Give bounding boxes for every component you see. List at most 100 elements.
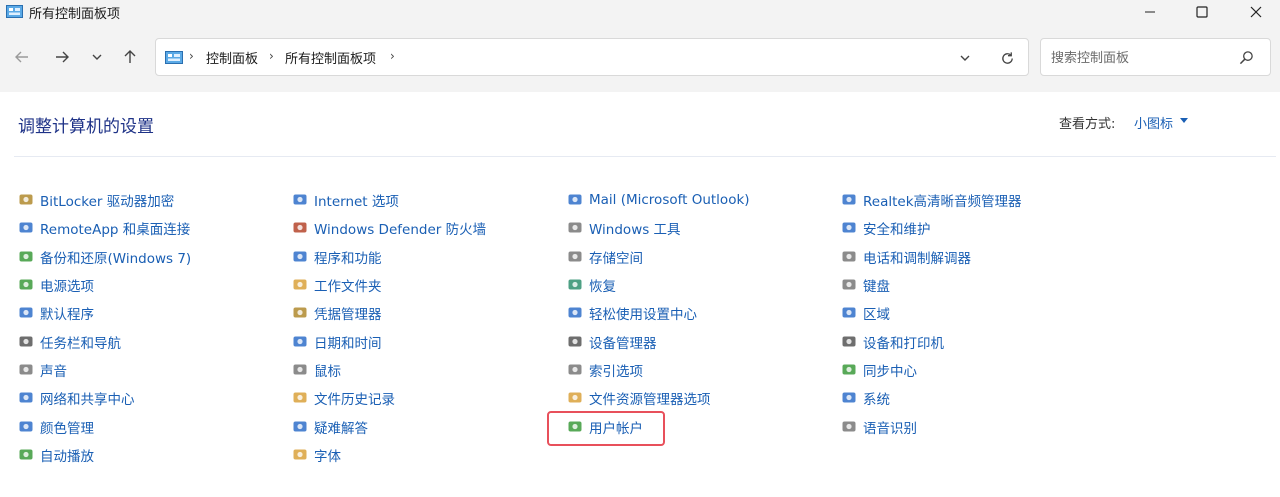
arrow-up-icon bbox=[124, 50, 136, 63]
control-panel-item[interactable]: 键盘 bbox=[840, 271, 1022, 299]
control-panel-item[interactable]: 日期和时间 bbox=[291, 327, 486, 355]
control-panel-item[interactable]: 轻松使用设置中心 bbox=[566, 299, 750, 327]
control-panel-item[interactable]: 自动播放 bbox=[17, 441, 191, 469]
control-panel-item[interactable]: 系统 bbox=[840, 384, 1022, 412]
title-bar: 所有控制面板项 bbox=[0, 0, 1280, 26]
control-panel-item[interactable]: 语音识别 bbox=[840, 412, 1022, 440]
control-panel-item[interactable]: 文件资源管理器选项 bbox=[566, 384, 750, 412]
control-panel-item[interactable]: 程序和功能 bbox=[291, 243, 486, 271]
firewall-icon bbox=[291, 219, 309, 237]
arrow-right-icon bbox=[56, 51, 69, 63]
control-panel-item[interactable]: 电话和调制解调器 bbox=[840, 243, 1022, 271]
control-panel-item[interactable]: 文件历史记录 bbox=[291, 384, 486, 412]
control-panel-item[interactable]: Windows 工具 bbox=[566, 214, 750, 242]
item-label: 疑难解答 bbox=[314, 420, 368, 437]
item-label: 自动播放 bbox=[40, 448, 94, 465]
item-label: 程序和功能 bbox=[314, 250, 382, 267]
navigation-bar: › 控制面板 › 所有控制面板项 › bbox=[0, 26, 1280, 92]
control-panel-item[interactable]: 任务栏和导航 bbox=[17, 327, 191, 355]
control-panel-item[interactable]: 索引选项 bbox=[566, 356, 750, 384]
storage-icon bbox=[566, 248, 584, 266]
control-panel-item[interactable]: 声音 bbox=[17, 356, 191, 384]
item-label: Internet 选项 bbox=[314, 194, 399, 211]
control-panel-item[interactable]: 默认程序 bbox=[17, 299, 191, 327]
arrow-left-icon bbox=[15, 51, 28, 63]
address-dropdown-button[interactable] bbox=[953, 46, 977, 70]
control-panel-item[interactable]: 电源选项 bbox=[17, 271, 191, 299]
minimize-button[interactable] bbox=[1126, 0, 1174, 24]
view-by-label: 查看方式: bbox=[1059, 117, 1116, 132]
ease-of-access-icon bbox=[566, 304, 584, 322]
control-panel-item[interactable]: 颜色管理 bbox=[17, 412, 191, 440]
chevron-down-icon bbox=[92, 54, 102, 60]
control-panel-item[interactable]: 区域 bbox=[840, 299, 1022, 327]
address-bar[interactable]: › 控制面板 › 所有控制面板项 › bbox=[155, 38, 1029, 76]
up-button[interactable] bbox=[117, 44, 143, 70]
view-by-dropdown[interactable]: 小图标 bbox=[1134, 113, 1173, 132]
item-label: Realtek高清晰音频管理器 bbox=[863, 194, 1022, 211]
control-panel-item[interactable]: 工作文件夹 bbox=[291, 271, 486, 299]
refresh-button[interactable] bbox=[995, 46, 1019, 70]
control-panel-item[interactable]: Realtek高清晰音频管理器 bbox=[840, 186, 1022, 214]
indexing-icon bbox=[566, 361, 584, 379]
control-panel-item[interactable]: Mail (Microsoft Outlook) bbox=[566, 186, 750, 214]
keyboard-icon bbox=[840, 276, 858, 294]
control-panel-item[interactable]: 备份和还原(Windows 7) bbox=[17, 243, 191, 271]
item-label: 工作文件夹 bbox=[314, 279, 382, 296]
chevron-right-icon: › bbox=[269, 49, 274, 63]
default-programs-icon bbox=[17, 304, 35, 322]
sync-center-icon bbox=[840, 361, 858, 379]
region-icon bbox=[840, 304, 858, 322]
control-panel-item[interactable]: 设备和打印机 bbox=[840, 327, 1022, 355]
recent-locations-button[interactable] bbox=[84, 44, 110, 70]
bitlocker-icon bbox=[17, 191, 35, 209]
control-panel-item[interactable]: 字体 bbox=[291, 441, 486, 469]
recovery-icon bbox=[566, 276, 584, 294]
control-panel-item[interactable]: 网络和共享中心 bbox=[17, 384, 191, 412]
control-panel-item[interactable]: 设备管理器 bbox=[566, 327, 750, 355]
close-icon bbox=[1250, 6, 1262, 18]
forward-button[interactable] bbox=[49, 44, 75, 70]
caret-down-icon[interactable] bbox=[1180, 118, 1188, 124]
item-label: 轻松使用设置中心 bbox=[589, 307, 697, 324]
control-panel-item[interactable]: 鼠标 bbox=[291, 356, 486, 384]
work-folders-icon bbox=[291, 276, 309, 294]
search-input[interactable] bbox=[1049, 47, 1229, 69]
search-icon[interactable] bbox=[1239, 50, 1254, 65]
page-title: 调整计算机的设置 bbox=[18, 117, 154, 137]
highlight-box bbox=[547, 411, 665, 446]
control-panel-item[interactable]: BitLocker 驱动器加密 bbox=[17, 186, 191, 214]
item-label: 字体 bbox=[314, 448, 341, 465]
file-history-icon bbox=[291, 389, 309, 407]
chevron-down-icon bbox=[960, 55, 970, 61]
credential-icon bbox=[291, 304, 309, 322]
chevron-right-icon[interactable]: › bbox=[390, 49, 395, 63]
divider bbox=[14, 156, 1276, 157]
backup-icon bbox=[17, 248, 35, 266]
item-label: 电话和调制解调器 bbox=[863, 250, 971, 267]
printer-icon bbox=[840, 333, 858, 351]
back-button[interactable] bbox=[9, 44, 35, 70]
breadcrumb-all-items[interactable]: 所有控制面板项 bbox=[285, 48, 376, 67]
control-panel-item[interactable]: 同步中心 bbox=[840, 356, 1022, 384]
control-panel-item[interactable]: 恢复 bbox=[566, 271, 750, 299]
maximize-icon bbox=[1196, 6, 1208, 18]
close-button[interactable] bbox=[1232, 0, 1280, 24]
control-panel-item[interactable]: Internet 选项 bbox=[291, 186, 486, 214]
network-icon bbox=[17, 389, 35, 407]
breadcrumb-control-panel[interactable]: 控制面板 bbox=[206, 48, 258, 67]
item-label: 设备和打印机 bbox=[863, 335, 944, 352]
control-panel-item[interactable]: Windows Defender 防火墙 bbox=[291, 214, 486, 242]
microphone-icon bbox=[840, 418, 858, 436]
search-box[interactable] bbox=[1040, 38, 1271, 76]
control-panel-item[interactable]: 凭据管理器 bbox=[291, 299, 486, 327]
control-panel-item[interactable]: RemoteApp 和桌面连接 bbox=[17, 214, 191, 242]
control-panel-item[interactable]: 疑难解答 bbox=[291, 412, 486, 440]
item-label: Windows 工具 bbox=[589, 222, 681, 239]
control-panel-item[interactable]: 存储空间 bbox=[566, 243, 750, 271]
item-label: 系统 bbox=[863, 392, 890, 409]
power-icon bbox=[17, 276, 35, 294]
maximize-button[interactable] bbox=[1178, 0, 1226, 24]
control-panel-item[interactable]: 安全和维护 bbox=[840, 214, 1022, 242]
item-label: 声音 bbox=[40, 363, 67, 380]
